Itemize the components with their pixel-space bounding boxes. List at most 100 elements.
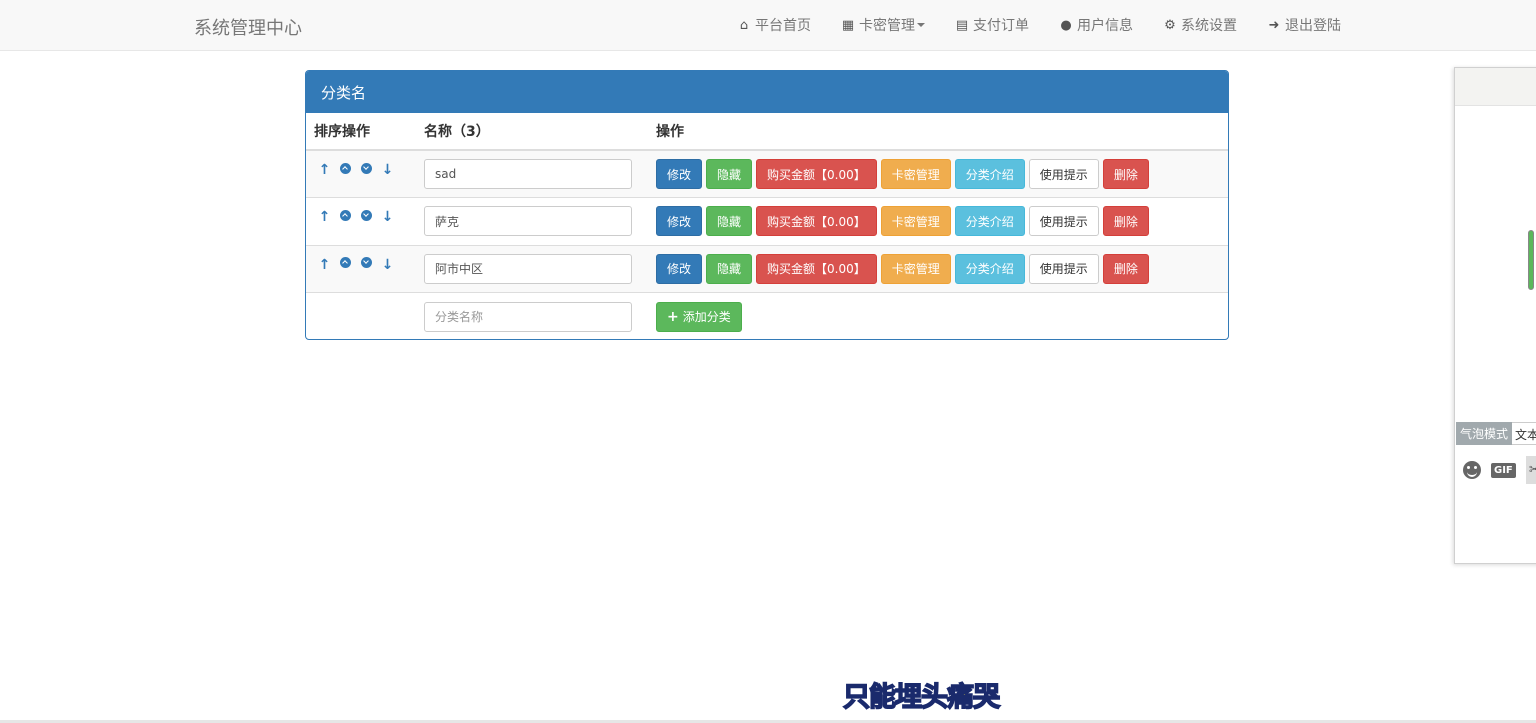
move-down-button[interactable]: [356, 209, 377, 225]
usage-tips-button[interactable]: 使用提示: [1028, 206, 1099, 237]
chevron-down-circle-icon: [361, 257, 372, 269]
new-category-input[interactable]: [424, 301, 632, 332]
category-panel: 分类名 排序操作 名称（3） 操作 ↑ ↓ sad 修改 隐藏 购买金额【0.0…: [305, 70, 1229, 340]
name-cell: [416, 292, 648, 339]
sort-controls: ↑ ↓: [314, 209, 408, 225]
row-actions: 修改 隐藏 购买金额【0.00】 卡密管理 分类介绍 使用提示 删除: [656, 159, 1220, 189]
main-nav: ⌂ 平台首页 ▦ 卡密管理 ▤ 支付订单 ● 用户信息 ⚙ 系统设置 ➜ 退出登…: [707, 0, 1341, 50]
chevron-up-circle-icon: [340, 209, 351, 221]
actions-cell: 修改 隐藏 购买金额【0.00】 卡密管理 分类介绍 使用提示 删除: [648, 244, 1228, 293]
card-management-button[interactable]: 卡密管理: [880, 159, 951, 189]
name-cell: [416, 244, 648, 293]
delete-button[interactable]: 删除: [1102, 159, 1149, 189]
chat-widget: 气泡模式 文本 GIF ✂: [1454, 67, 1536, 564]
nav-card-management[interactable]: ▦ 卡密管理: [840, 15, 925, 35]
table-row: ↑ ↓ 修改 隐藏 购买金额【0.00】 卡密管理 分类介绍: [306, 149, 1228, 198]
widget-header: [1455, 68, 1536, 106]
edit-button[interactable]: 修改: [656, 206, 703, 237]
empty-cell: [306, 292, 416, 339]
card-management-button[interactable]: 卡密管理: [880, 253, 951, 284]
sort-cell: ↑ ↓: [306, 149, 416, 198]
row-actions: 修改 隐藏 购买金额【0.00】 卡密管理 分类介绍 使用提示 删除: [656, 206, 1220, 237]
edit-button[interactable]: 修改: [656, 253, 703, 284]
actions-cell: + 添加分类: [648, 292, 1228, 339]
chevron-up-circle-icon: [340, 257, 351, 269]
column-header-sort: 排序操作: [306, 113, 416, 151]
sort-controls: ↑ ↓: [314, 162, 408, 178]
video-subtitle: 只能埋头痛哭: [842, 681, 1001, 714]
price-button[interactable]: 购买金额【0.00】: [756, 159, 877, 189]
scissors-icon[interactable]: ✂: [1525, 456, 1536, 484]
nav-logout[interactable]: ➜ 退出登陆: [1266, 15, 1341, 35]
name-cell: [416, 149, 648, 198]
column-header-name: 名称（3）: [416, 113, 648, 151]
move-top-icon[interactable]: ↑: [314, 209, 335, 225]
nav-system-settings[interactable]: ⚙ 系统设置: [1162, 15, 1237, 35]
nav-label: 卡密管理: [859, 18, 915, 34]
add-category-button[interactable]: + 添加分类: [656, 301, 742, 332]
price-button[interactable]: 购买金额【0.00】: [756, 253, 877, 284]
mode-tabs: 气泡模式 文本: [1456, 422, 1536, 445]
sort-cell: ↑ ↓: [306, 197, 416, 245]
table-header-row: 排序操作 名称（3） 操作: [306, 113, 1228, 151]
move-bottom-icon[interactable]: ↓: [377, 162, 398, 178]
widget-scrollbar[interactable]: [1528, 230, 1534, 290]
nav-label: 支付订单: [973, 18, 1029, 34]
move-bottom-icon[interactable]: ↓: [377, 257, 398, 273]
move-up-button[interactable]: [335, 257, 356, 272]
hide-button[interactable]: 隐藏: [706, 253, 753, 284]
widget-toolbar: GIF ✂: [1463, 456, 1536, 484]
move-top-icon[interactable]: ↑: [314, 162, 335, 178]
move-down-button[interactable]: [356, 257, 377, 272]
category-name-input[interactable]: [424, 253, 632, 284]
move-up-button[interactable]: [335, 162, 356, 178]
move-down-button[interactable]: [356, 162, 377, 178]
category-intro-button[interactable]: 分类介绍: [954, 206, 1025, 237]
bubble-mode-tab[interactable]: 气泡模式: [1456, 422, 1512, 445]
gif-icon[interactable]: GIF: [1491, 462, 1516, 478]
delete-button[interactable]: 删除: [1102, 253, 1149, 284]
nav-label: 系统设置: [1181, 18, 1237, 34]
move-bottom-icon[interactable]: ↓: [377, 209, 398, 225]
row-actions: 修改 隐藏 购买金额【0.00】 卡密管理 分类介绍 使用提示 删除: [656, 253, 1220, 284]
delete-button[interactable]: 删除: [1102, 206, 1149, 237]
card-management-button[interactable]: 卡密管理: [880, 206, 951, 237]
hide-button[interactable]: 隐藏: [706, 206, 753, 237]
brand-title[interactable]: 系统管理中心: [194, 14, 302, 40]
panel-title: 分类名: [306, 71, 1228, 113]
usage-tips-button[interactable]: 使用提示: [1028, 159, 1099, 189]
price-button[interactable]: 购买金额【0.00】: [756, 206, 877, 237]
category-table: 排序操作 名称（3） 操作 ↑ ↓ sad 修改 隐藏 购买金额【0.00】 卡…: [306, 113, 1228, 339]
usage-tips-button[interactable]: 使用提示: [1028, 253, 1099, 284]
card-icon: ▤: [955, 17, 969, 33]
move-up-button[interactable]: [335, 209, 356, 225]
name-cell: [416, 197, 648, 245]
nav-payment-orders[interactable]: ▤ 支付订单: [954, 15, 1029, 35]
top-navbar: 系统管理中心 ⌂ 平台首页 ▦ 卡密管理 ▤ 支付订单 ● 用户信息 ⚙ 系统设…: [0, 0, 1536, 51]
add-category-row: + 添加分类: [306, 292, 1228, 339]
text-mode-tab[interactable]: 文本: [1512, 422, 1536, 445]
hide-button[interactable]: 隐藏: [706, 159, 753, 189]
nav-label: 用户信息: [1077, 18, 1133, 34]
move-top-icon[interactable]: ↑: [314, 257, 335, 273]
chevron-down-circle-icon: [361, 209, 372, 221]
user-icon: ●: [1060, 17, 1072, 33]
table-row: ↑ ↓ 修改 隐藏 购买金额【0.00】 卡密管理 分类介绍: [306, 244, 1228, 293]
add-category-label: 添加分类: [682, 310, 731, 324]
plus-icon: +: [667, 308, 679, 325]
actions-cell: 修改 隐藏 购买金额【0.00】 卡密管理 分类介绍 使用提示 删除: [648, 197, 1228, 245]
logout-icon: ➜: [1268, 17, 1280, 33]
category-intro-button[interactable]: 分类介绍: [954, 253, 1025, 284]
nav-label: 退出登陆: [1285, 18, 1341, 34]
edit-button[interactable]: 修改: [656, 159, 703, 189]
emoji-icon[interactable]: [1463, 461, 1481, 479]
category-intro-button[interactable]: 分类介绍: [954, 159, 1025, 189]
sort-controls: ↑ ↓: [314, 257, 408, 273]
caret-down-icon: [917, 23, 925, 27]
home-icon: ⌂: [739, 17, 749, 33]
category-name-input[interactable]: [424, 206, 632, 237]
category-name-input[interactable]: [424, 159, 632, 189]
nav-home[interactable]: ⌂ 平台首页: [736, 15, 811, 35]
nav-user-info[interactable]: ● 用户信息: [1058, 15, 1133, 35]
nav-label: 平台首页: [755, 18, 811, 34]
